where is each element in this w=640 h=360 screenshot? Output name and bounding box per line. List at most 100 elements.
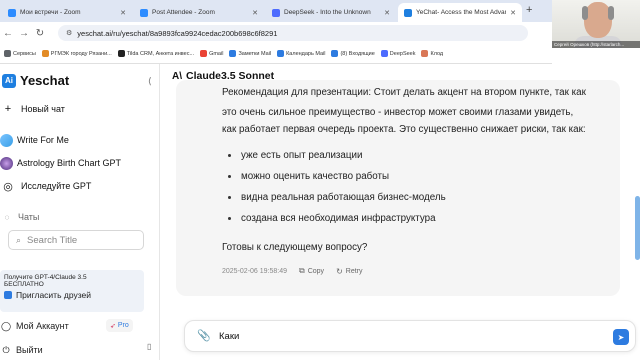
webcam-video: Сергей Орешков (http://starlarch...	[552, 0, 640, 48]
list-item: уже есть опыт реализации	[228, 150, 362, 161]
bookmark-label: Календарь Mail	[286, 50, 326, 57]
pro-badge[interactable]: ➶ Pro	[106, 319, 133, 332]
reload-icon[interactable]: ↻	[32, 28, 48, 39]
new-chat-button[interactable]: + Новый чат	[0, 99, 156, 119]
paperclip-icon[interactable]: 📎	[197, 329, 211, 342]
pro-label: Pro	[117, 322, 129, 329]
scrollbar-thumb[interactable]	[635, 196, 640, 260]
gift-icon	[4, 291, 12, 299]
browser-tab-zoom-meetings[interactable]: Мои встречи - Zoom ✕	[2, 3, 132, 22]
collapse-sidebar-icon[interactable]: ⟨	[148, 76, 152, 87]
message-closing: Готовы к следующему вопросу?	[222, 242, 368, 253]
astrology-avatar-icon	[0, 156, 13, 170]
message-composer[interactable]: 📎 Каки ➤	[184, 320, 636, 352]
bookmark-label: Сервисы	[13, 50, 36, 57]
browser-tab-yeschat[interactable]: YeChat- Access the Most Advanced G ✕	[398, 3, 522, 22]
write-for-me-avatar-icon	[0, 133, 13, 147]
bookmark-item[interactable]: Tilda CRM, Анкета инвес...	[117, 50, 195, 57]
new-chat-label: Новый чат	[21, 104, 65, 114]
search-icon: ⌕	[16, 234, 22, 245]
browser-tab-bar: Мои встречи - Zoom ✕ Post Attendee - Zoo…	[0, 0, 552, 22]
retry-icon: ↻	[336, 266, 343, 276]
webcam-person-hair	[582, 6, 588, 20]
sidebar-item-explore-gpt[interactable]: ◎ Исследуйте GPT	[0, 176, 156, 196]
sidebar-item-label: Write For Me	[17, 135, 69, 145]
address-bar-row: ← → ↻ ⚙ yeschat.ai/ru/yeschat/8a9893fca9…	[0, 22, 552, 44]
bookmark-favicon-icon	[331, 50, 339, 57]
chats-section-label: ◌ Чаты	[0, 212, 40, 222]
retry-button[interactable]: ↻ Retry	[336, 267, 362, 276]
chat-bubble-icon: ◌	[4, 212, 10, 222]
close-tab-icon[interactable]: ✕	[252, 9, 258, 17]
message-meta: 2025-02-06 19:58:49 ⧉ Copy ↻ Retry	[222, 266, 363, 276]
bookmark-favicon-icon	[277, 50, 285, 57]
bookmark-item[interactable]: Заметки Mail	[229, 50, 271, 57]
promo-card[interactable]: Получите GPT-4/Claude 3.5 БЕСПЛАТНО Приг…	[0, 270, 144, 312]
deepseek-icon	[272, 8, 280, 17]
compass-icon: ◎	[3, 180, 13, 193]
yeschat-icon	[404, 8, 412, 17]
logout-icon: ⏻	[2, 344, 10, 355]
deepseek-icon	[380, 50, 388, 57]
message-paragraph-line: это очень сильное преимущество - инвесто…	[222, 107, 574, 118]
bookmark-item[interactable]: DeepSeek	[380, 50, 416, 57]
browser-tab-deepseek[interactable]: DeepSeek - Into the Unknown ✕	[266, 3, 396, 22]
sidebar-item-label: Исследуйте GPT	[21, 181, 92, 191]
invite-label: Пригласить друзей	[16, 290, 91, 300]
account-button[interactable]: ◯ Мой Аккаунт ➶ Pro	[0, 318, 150, 334]
new-tab-button[interactable]: +	[526, 4, 532, 16]
message-input[interactable]: Каки	[219, 331, 239, 342]
chats-label: Чаты	[18, 212, 40, 222]
webcam-person-hair	[608, 6, 614, 20]
back-icon[interactable]: ←	[0, 28, 16, 39]
bookmark-item[interactable]: Сервисы	[4, 50, 36, 57]
sidebar-item-astrology[interactable]: Astrology Birth Chart GPT	[0, 153, 156, 173]
invite-friends-link[interactable]: Пригласить друзей	[4, 290, 140, 300]
brand-logo[interactable]: Ai Yeschat	[2, 73, 69, 88]
yeschat-logo-icon: Ai	[2, 73, 16, 88]
bookmark-label: Tilda CRM, Анкета инвес...	[126, 50, 195, 57]
bullet-dot	[228, 196, 231, 199]
browser-tab-post-attendee[interactable]: Post Attendee - Zoom ✕	[134, 3, 264, 22]
plus-icon: +	[4, 103, 12, 115]
bookmark-item[interactable]: (8) Входящие	[331, 50, 375, 57]
promo-line: БЕСПЛАТНО	[4, 281, 44, 288]
bookmark-favicon-icon	[117, 50, 125, 57]
bookmark-item[interactable]: Клод	[421, 50, 443, 57]
close-tab-icon[interactable]: ✕	[384, 9, 390, 17]
copy-label: Copy	[307, 267, 325, 275]
user-icon: ◯	[0, 320, 12, 331]
copy-icon: ⧉	[299, 266, 305, 275]
list-item-text: создана вся необходимая инфраструктура	[241, 213, 436, 224]
gmail-icon	[200, 50, 208, 57]
zoom-icon	[8, 8, 16, 17]
forward-icon[interactable]: →	[16, 28, 32, 39]
bookmark-favicon-icon	[229, 50, 237, 57]
bookmark-label: Gmail	[209, 50, 224, 57]
site-info-icon[interactable]: ⚙	[66, 29, 72, 37]
list-item: видна реальная работающая бизнес-модель	[228, 192, 446, 203]
search-input[interactable]: ⌕ Search Title	[8, 230, 144, 250]
sidebar-panel-icon[interactable]: ▯	[147, 342, 151, 351]
copy-button[interactable]: ⧉ Copy	[299, 266, 324, 276]
bookmark-item[interactable]: РГМЭК городу Рязани...	[41, 50, 112, 57]
send-button[interactable]: ➤	[613, 329, 629, 345]
tab-title: Post Attendee - Zoom	[152, 9, 215, 16]
bookmark-label: DeepSeek	[389, 50, 416, 57]
url-field[interactable]: ⚙ yeschat.ai/ru/yeschat/8a9893fca9924ced…	[58, 25, 528, 41]
zoom-icon	[140, 8, 148, 17]
bookmark-label: РГМЭК городу Рязани...	[50, 50, 112, 57]
bullet-dot	[228, 217, 231, 220]
sidebar-item-write-for-me[interactable]: Write For Me	[0, 130, 156, 150]
bookmark-label: Заметки Mail	[238, 50, 272, 57]
brand-name: Yeschat	[20, 73, 70, 88]
message-timestamp: 2025-02-06 19:58:49	[222, 267, 287, 275]
close-tab-icon[interactable]: ✕	[120, 9, 126, 17]
list-item-text: можно оценить качество работы	[241, 171, 390, 182]
bookmark-label: (8) Входящие	[340, 50, 375, 57]
logout-label: Выйти	[16, 345, 43, 355]
close-tab-icon[interactable]: ✕	[510, 9, 516, 17]
bookmark-item[interactable]: Календарь Mail	[277, 50, 325, 57]
bookmark-item[interactable]: Gmail	[200, 50, 223, 57]
logout-button[interactable]: ⏻ Выйти	[0, 342, 160, 358]
